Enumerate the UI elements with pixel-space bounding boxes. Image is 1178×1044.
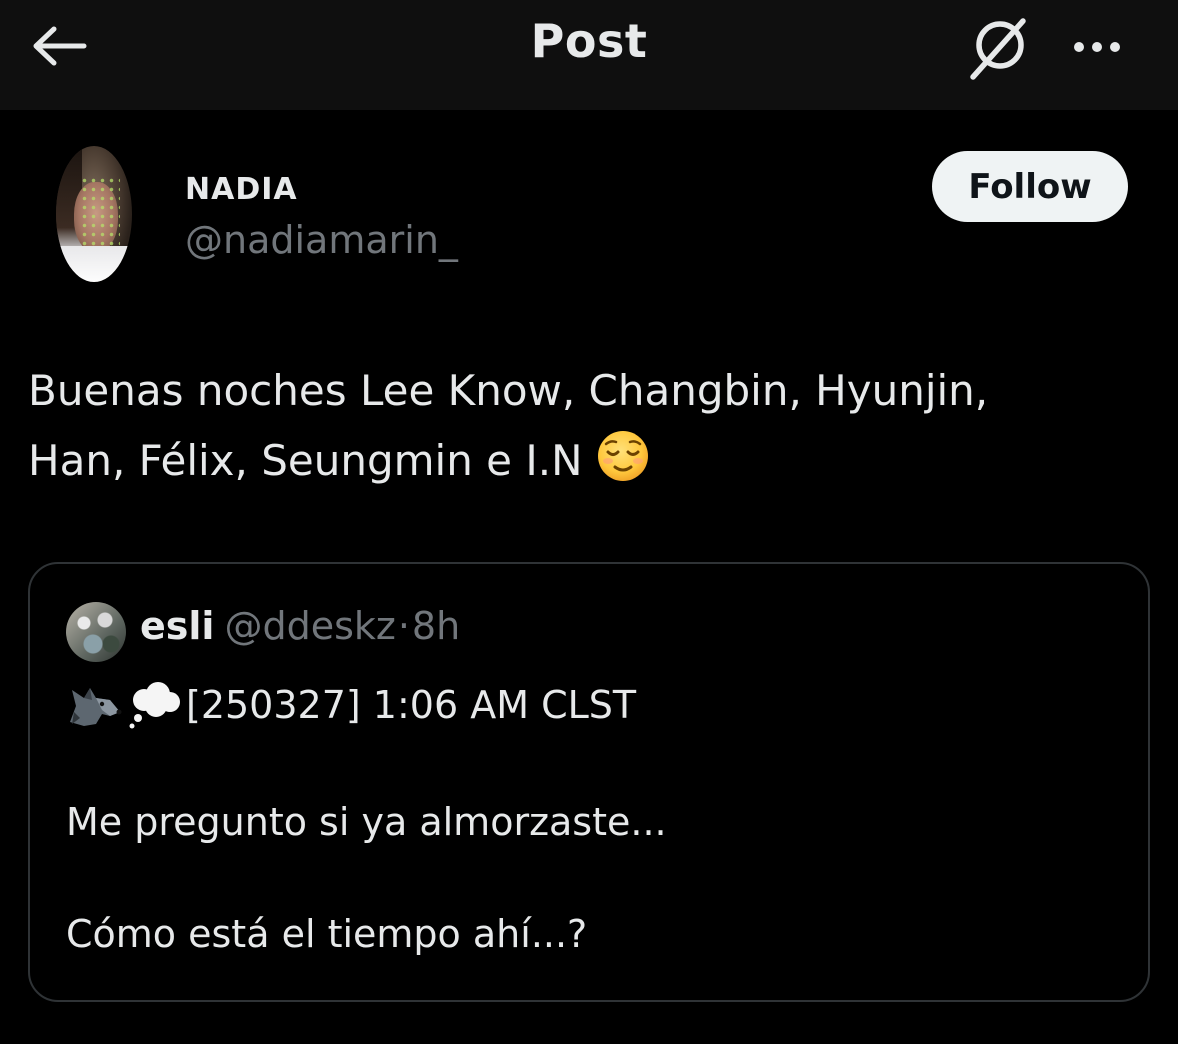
author-avatar[interactable] (56, 146, 132, 282)
relieved-face-emoji-icon (597, 431, 648, 481)
quoted-post-time[interactable]: 8h (412, 604, 460, 648)
quoted-author-name[interactable]: esli (140, 604, 214, 648)
quoted-post-body: Me pregunto si ya almorzaste... Cómo est… (66, 800, 667, 956)
quoted-post-timestamp-line: [250327] 1:06 AM CLST (186, 683, 637, 727)
follow-button[interactable]: Follow (932, 151, 1128, 222)
more-dots-icon (1110, 42, 1120, 52)
grok-icon (970, 18, 1026, 80)
quoted-author-avatar[interactable] (66, 602, 126, 662)
author-display-name[interactable]: NADIA (185, 172, 298, 207)
more-dots-icon (1092, 42, 1102, 52)
more-dots-icon (1074, 42, 1084, 52)
quoted-post-first-line: [250327] 1:06 AM CLST (66, 680, 636, 730)
post-text-content: Buenas noches Lee Know, Changbin, Hyunji… (28, 366, 989, 485)
post-text: Buenas noches Lee Know, Changbin, Hyunji… (28, 356, 1138, 496)
quoted-author-handle[interactable]: @ddeskz (224, 604, 395, 648)
top-bar: Post (0, 0, 1178, 110)
quoted-post-meta: esli @ddeskz·8h (140, 604, 460, 648)
wolf-emoji-icon (70, 688, 122, 726)
quoted-post[interactable]: esli @ddeskz·8h [250327] 1:06 AM CLST Me … (28, 562, 1150, 1002)
grok-button[interactable] (960, 12, 1036, 84)
meta-separator: · (397, 604, 410, 648)
author-handle[interactable]: @nadiamarin_ (185, 218, 458, 262)
thought-balloon-emoji-icon (129, 682, 180, 729)
more-options-button[interactable] (1062, 22, 1132, 72)
